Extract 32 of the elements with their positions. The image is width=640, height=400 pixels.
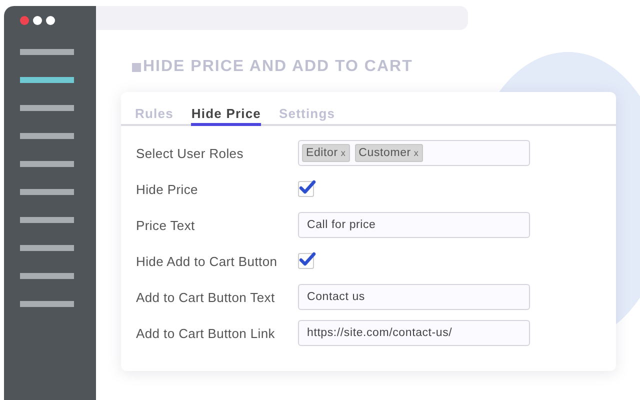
sidebar-item[interactable] xyxy=(20,49,74,55)
roles-select[interactable]: Editor x Customer x xyxy=(298,140,530,166)
field-label: Add to Cart Button Link xyxy=(136,326,276,340)
text-field[interactable]: https://site.com/contact-us/ xyxy=(298,320,530,346)
field-label: Add to Cart Button Text xyxy=(136,290,276,304)
sidebar-item[interactable] xyxy=(20,273,74,279)
text-field[interactable]: Contact us xyxy=(298,284,530,310)
sidebar-item[interactable] xyxy=(20,245,74,251)
sidebar-item[interactable] xyxy=(20,301,74,307)
text-field[interactable]: Call for price xyxy=(298,212,530,238)
tag-remove[interactable]: x xyxy=(414,148,419,158)
tab[interactable]: Hide Price xyxy=(191,106,261,126)
field-label: Price Text xyxy=(136,218,196,232)
sidebar-item[interactable] xyxy=(20,189,74,195)
tag-remove[interactable]: x xyxy=(340,148,346,158)
square-icon xyxy=(132,62,141,72)
sidebar-item[interactable] xyxy=(20,77,74,83)
sidebar-item[interactable] xyxy=(20,217,74,223)
checkbox[interactable] xyxy=(298,253,314,269)
window-minimize-dot[interactable] xyxy=(33,16,42,25)
tag-label: Customer xyxy=(358,147,411,159)
page-title: HIDE PRICE AND ADD TO CART xyxy=(143,58,413,76)
sidebar-item[interactable] xyxy=(20,105,74,111)
field-label: Hide Add to Cart Button xyxy=(136,254,278,268)
field-label: Hide Price xyxy=(136,182,199,196)
field-label: Select User Roles xyxy=(136,146,244,160)
tag-label: Editor xyxy=(306,147,338,159)
sidebar-item[interactable] xyxy=(20,161,74,167)
checkbox[interactable] xyxy=(298,181,314,197)
window-maximize-dot[interactable] xyxy=(46,16,55,25)
window-close-dot[interactable] xyxy=(20,16,29,25)
sidebar-item[interactable] xyxy=(20,133,74,139)
